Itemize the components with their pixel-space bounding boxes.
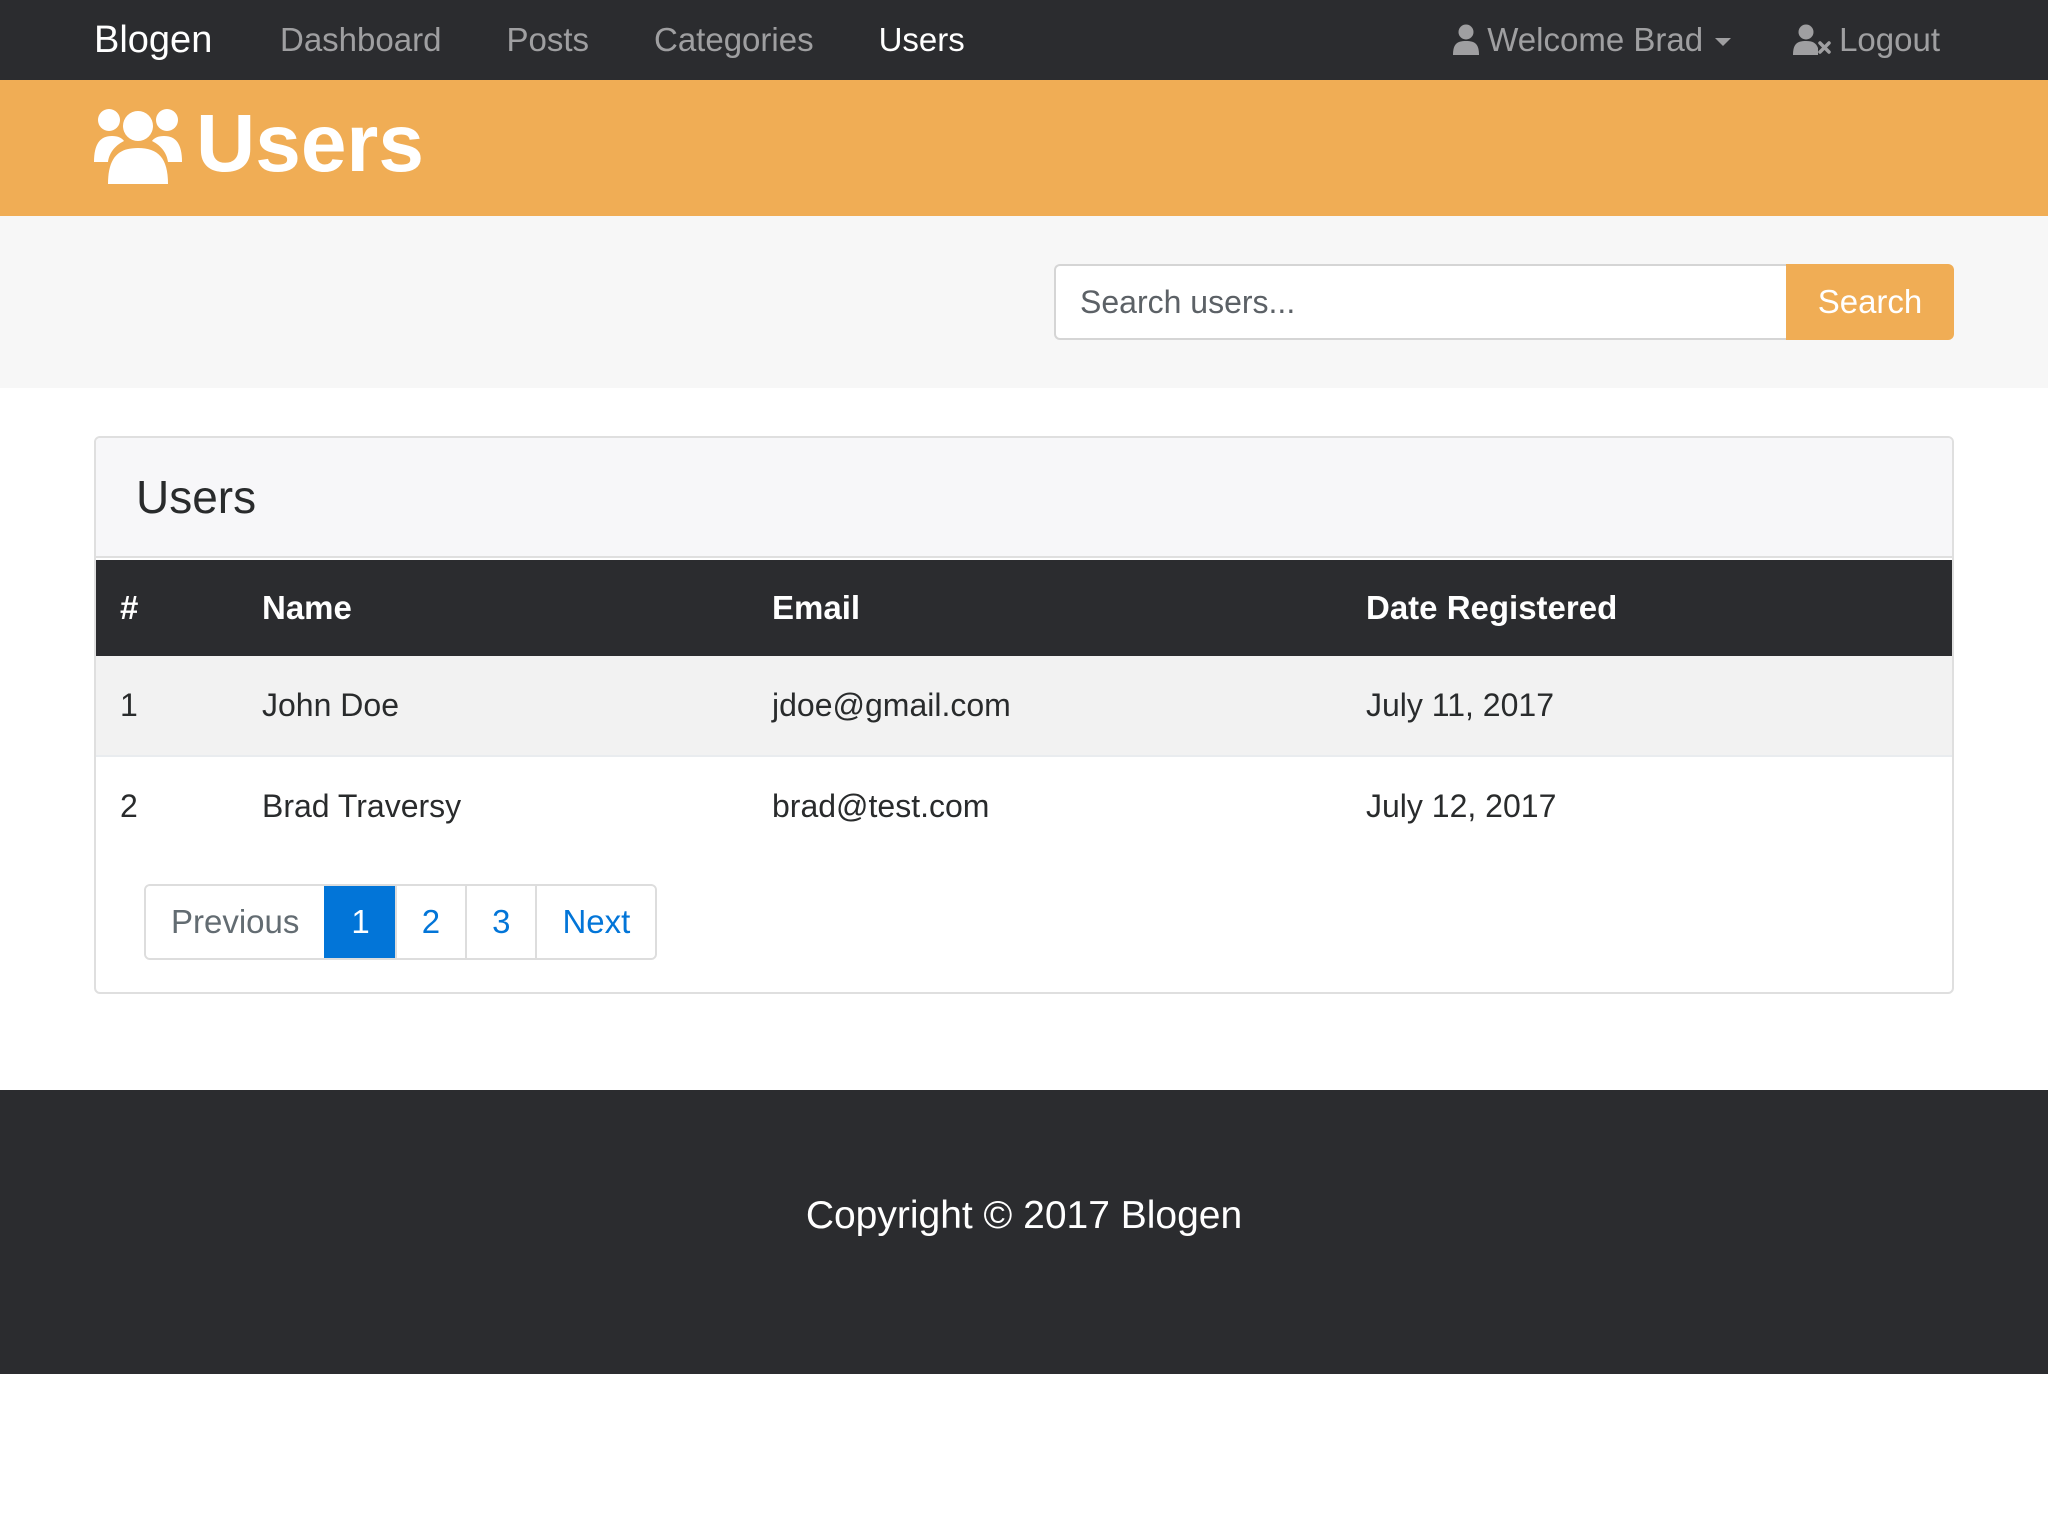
row-email: brad@test.com [772,755,1366,856]
table-row: 1 John Doe jdoe@gmail.com July 11, 2017 [96,656,1952,756]
row-date: July 12, 2017 [1366,755,1952,856]
row-number: 1 [120,687,138,723]
column-header-name: Name [262,589,352,626]
welcome-dropdown[interactable]: Welcome Brad [1453,0,1732,80]
page-header: Users [0,80,2048,216]
nav-link-categories[interactable]: Categories [654,0,814,80]
search-button[interactable]: Search [1786,264,1954,340]
logout-label: Logout [1839,21,1940,58]
pagination-page-1[interactable]: 1 [324,886,395,958]
card-title: Users [96,438,1952,558]
column-header-email: Email [772,589,861,626]
nav-user-menu: Welcome Brad Logout [1453,0,1940,80]
table-header-row: # Name Email Date Registered [96,560,1952,656]
nav-links: Dashboard Posts Categories Users [280,0,1030,80]
row-email: jdoe@gmail.com [772,687,1011,723]
nav-link-users[interactable]: Users [879,0,965,80]
users-card: Users # Name Email Date Registered 1 Joh… [94,436,1954,994]
pagination-next[interactable]: Next [535,886,656,958]
brand-logo[interactable]: Blogen [94,0,212,80]
row-date: July 11, 2017 [1366,687,1554,723]
column-header-date: Date Registered [1366,589,1618,626]
footer: Copyright © 2017 Blogen [0,1090,2048,1374]
row-number: 2 [96,755,262,856]
welcome-label: Welcome Brad [1487,21,1704,58]
user-icon [1453,24,1480,55]
column-header-number: # [120,589,139,626]
search-section: Search [0,216,2048,388]
search-input[interactable] [1054,264,1786,340]
nav-link-posts[interactable]: Posts [506,0,589,80]
table-row: 2 Brad Traversy brad@test.com July 12, 2… [96,755,1952,856]
pagination-page-2[interactable]: 2 [394,886,466,958]
row-name: Brad Traversy [262,755,772,856]
users-icon [94,109,182,184]
logout-link[interactable]: Logout [1793,0,1940,80]
pagination-page-3[interactable]: 3 [465,886,536,958]
page-title: Users [196,98,424,189]
caret-down-icon [1715,38,1732,46]
user-remove-icon [1793,24,1831,55]
users-table: # Name Email Date Registered 1 John Doe … [96,560,1952,856]
top-navbar: Blogen Dashboard Posts Categories Users … [0,0,2048,80]
pagination: Previous 1 2 3 Next [144,884,658,960]
row-name: John Doe [262,687,399,723]
nav-link-dashboard[interactable]: Dashboard [280,0,441,80]
pagination-previous[interactable]: Previous [146,886,325,958]
copyright-text: Copyright © 2017 Blogen [805,1194,1243,1237]
